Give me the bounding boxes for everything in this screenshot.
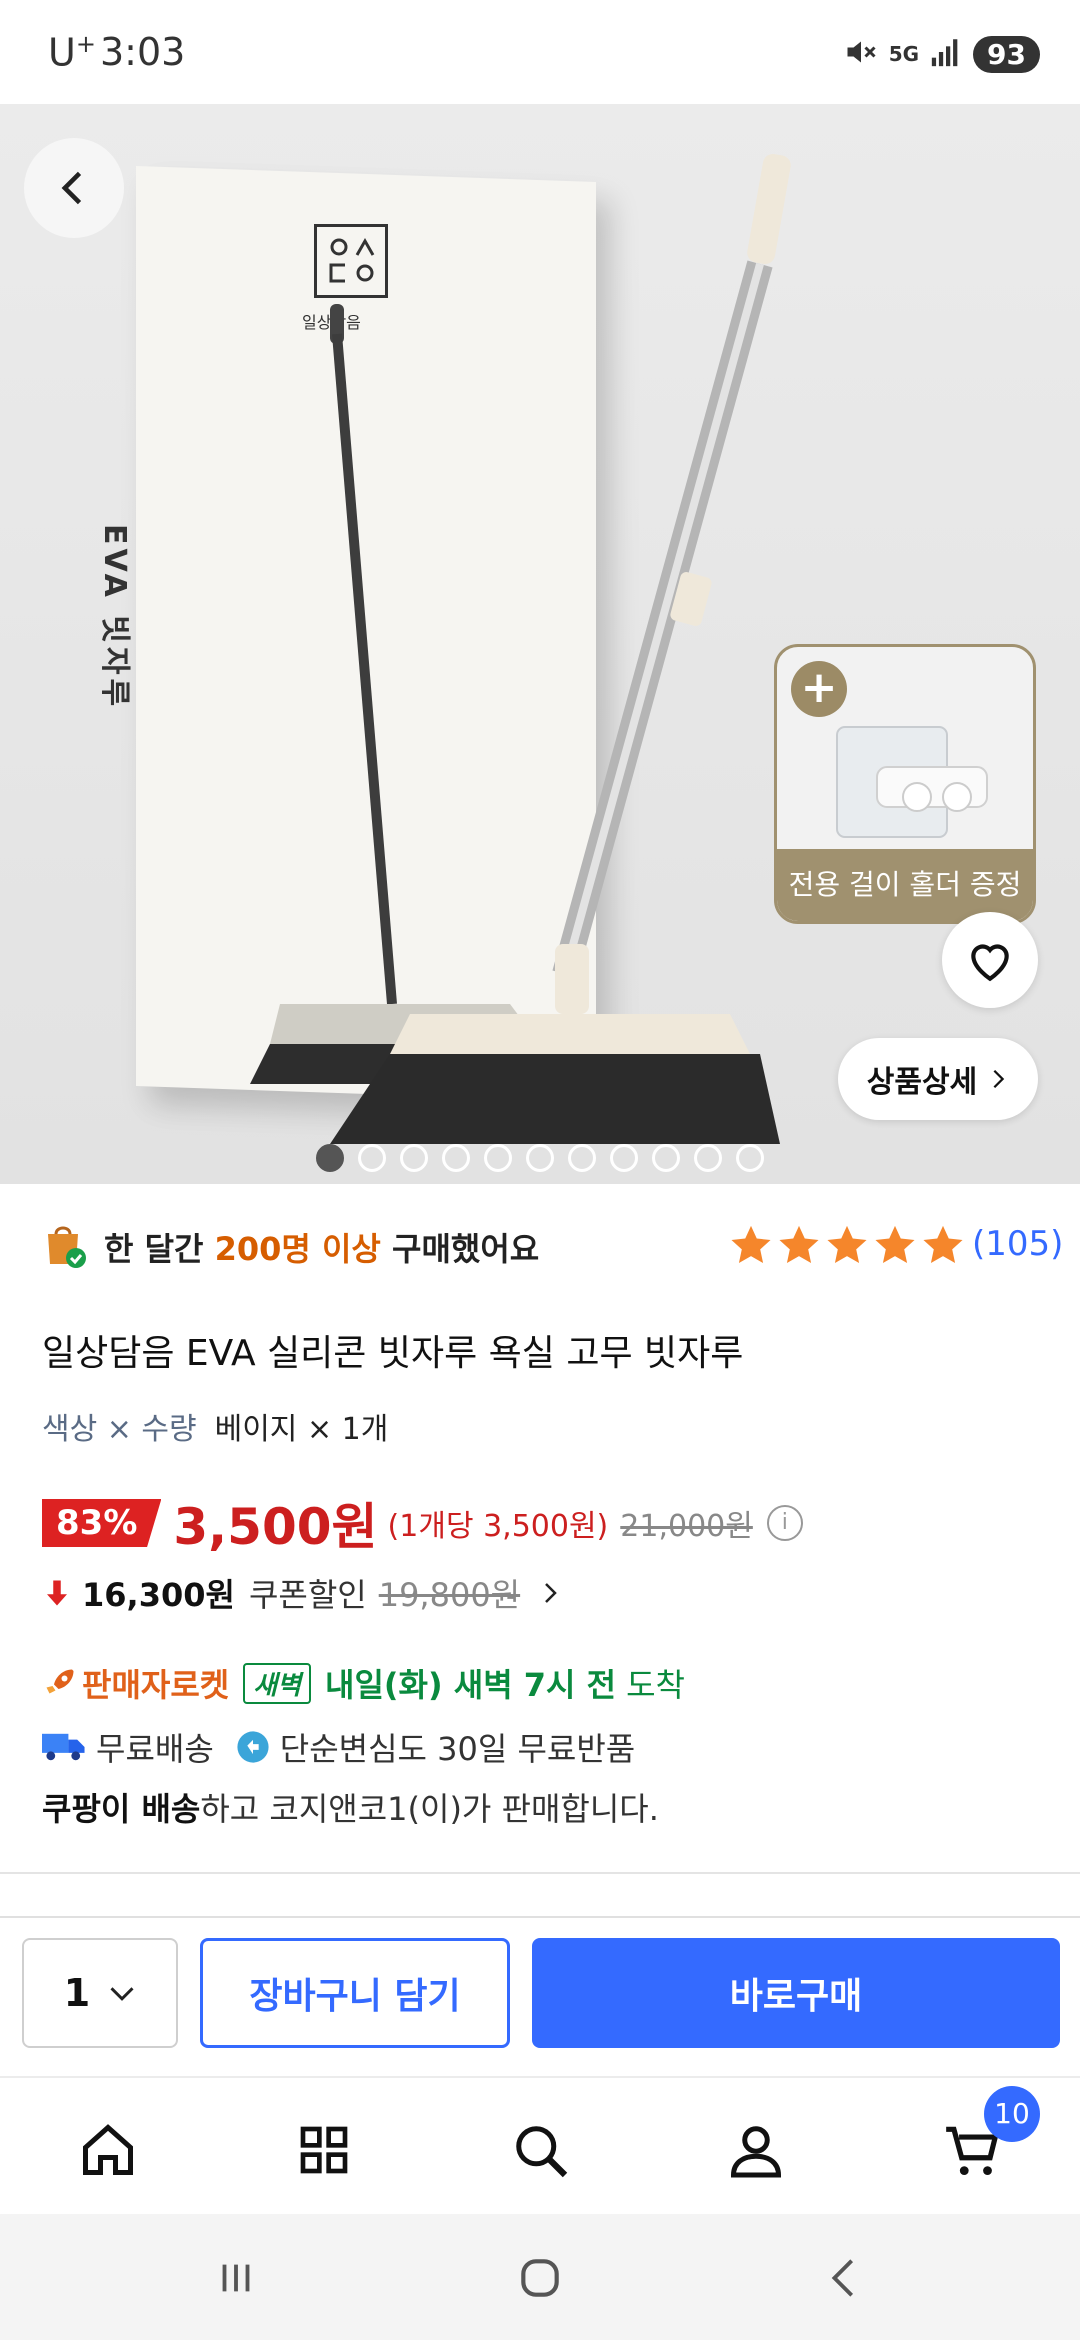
status-bar: U+ 3:03 5G 93 (0, 0, 1080, 104)
status-icons: 5G 93 (843, 34, 1040, 74)
chevron-left-icon (61, 171, 82, 205)
carousel-dot[interactable] (484, 1144, 512, 1172)
nav-search[interactable] (500, 2110, 580, 2190)
carousel-dot[interactable] (400, 1144, 428, 1172)
sale-price: 3,500원 (173, 1498, 378, 1556)
dawn-badge: 새벽 (243, 1662, 312, 1704)
carousel-dot[interactable] (358, 1144, 386, 1172)
unit-price: (1개당 3,500원) (387, 1509, 609, 1544)
product-image-carousel[interactable]: 일상담음 EVA 빗자루 + 전용 걸이 홀더 증정 상품상세 (0, 104, 1080, 1184)
nav-categories[interactable] (284, 2110, 364, 2190)
arrive-label: 도착 (626, 1666, 685, 1704)
coupon-label: 쿠폰할인 (248, 1576, 367, 1614)
signal-icon (929, 35, 963, 73)
plus-icon: + (791, 661, 847, 717)
holder-image (836, 726, 988, 838)
chevron-right-icon (993, 1069, 1005, 1089)
free-shipping-label: 무료배송 (96, 1730, 214, 1768)
delivery-time: 내일(화) 새벽 7시 전 (325, 1666, 617, 1704)
nav-my-page[interactable] (716, 2110, 796, 2190)
rating-stars[interactable] (728, 1222, 966, 1268)
add-to-cart-button[interactable]: 장바구니 담기 (200, 1938, 510, 2048)
nav-cart[interactable]: 10 (932, 2086, 1040, 2190)
gift-holder-card[interactable]: + 전용 걸이 홀더 증정 (774, 644, 1036, 924)
battery-indicator: 93 (973, 35, 1040, 73)
star-icon (827, 1225, 867, 1264)
nav-home[interactable] (68, 2110, 148, 2190)
system-navigation-bar (0, 2214, 1080, 2340)
quantity-value: 1 (63, 1971, 91, 2015)
network-label: 5G (888, 42, 920, 66)
section-divider (0, 1872, 1080, 1874)
star-icon (923, 1225, 963, 1264)
carousel-dot[interactable] (694, 1144, 722, 1172)
carousel-dot[interactable] (652, 1144, 680, 1172)
carousel-dot[interactable] (526, 1144, 554, 1172)
holder-label: 전용 걸이 홀더 증정 (777, 849, 1033, 921)
cart-count-badge: 10 (984, 2086, 1040, 2142)
coupon-row[interactable]: 16,300원 쿠폰할인 19,800원 (42, 1570, 562, 1616)
product-detail-button[interactable]: 상품상세 (838, 1038, 1038, 1120)
carousel-indicator (316, 1144, 764, 1172)
coupon-price: 16,300원 (82, 1576, 235, 1614)
back-button[interactable] (24, 138, 124, 238)
seller-info: 쿠팡이 배송하고 코지앤코1(이)가 판매합니다. (42, 1790, 659, 1828)
search-icon (516, 2126, 568, 2178)
bottom-navigation: 10 (0, 2076, 1080, 2214)
star-icon (731, 1225, 771, 1264)
review-count[interactable]: (105) (972, 1224, 1063, 1264)
shopping-bag-icon (48, 1226, 86, 1268)
coupon-original-price: 19,800원 (378, 1576, 521, 1614)
truck-icon (42, 1733, 85, 1761)
carousel-dot[interactable] (316, 1144, 344, 1172)
detail-button-label: 상품상세 (866, 1065, 978, 1100)
purchase-stat-row: 한 달간 200명 이상 구매했어요 (105) (42, 1214, 1063, 1274)
seller-rocket-label: 판매자로켓 (82, 1666, 230, 1704)
option-summary[interactable]: 색상 × 수량 베이지 × 1개 (42, 1404, 388, 1448)
price-row: 83% 3,500원 (1개당 3,500원) 21,000원 i (42, 1490, 803, 1556)
clock: 3:03 (100, 30, 186, 74)
carrier-label: U+ (48, 30, 96, 75)
mute-icon (843, 34, 879, 74)
carousel-dot[interactable] (610, 1144, 638, 1172)
home-system-button[interactable] (500, 2248, 580, 2308)
heart-icon (971, 944, 1009, 982)
back-system-button[interactable] (804, 2248, 884, 2308)
return-icon (237, 1731, 269, 1763)
purchase-action-bar: 1 장바구니 담기 바로구매 (0, 1916, 1080, 2076)
delivery-row: 판매자로켓 새벽 내일(화) 새벽 7시 전 도착 (42, 1660, 685, 1706)
home-icon (83, 2124, 133, 2175)
chevron-down-icon (110, 1987, 134, 2001)
buy-now-button[interactable]: 바로구매 (532, 1938, 1060, 2048)
carousel-dot[interactable] (736, 1144, 764, 1172)
product-title: 일상담음 EVA 실리콘 빗자루 욕실 고무 빗자루 (42, 1333, 744, 1374)
carousel-dot[interactable] (442, 1144, 470, 1172)
chevron-right-icon (545, 1583, 557, 1603)
recent-apps-button[interactable] (196, 2248, 276, 2308)
wishlist-button[interactable] (942, 912, 1038, 1008)
quantity-select[interactable]: 1 (22, 1938, 178, 2048)
original-price: 21,000원 (620, 1509, 753, 1544)
star-icon (779, 1225, 819, 1264)
purchase-stat-text: 한 달간 200명 이상 구매했어요 (104, 1230, 540, 1268)
grid-icon (300, 2126, 348, 2174)
user-icon (730, 2126, 782, 2178)
arrow-down-icon (47, 1580, 67, 1606)
box-side-text: EVA 빗자루 (97, 524, 132, 711)
shipping-row: 무료배송 단순변심도 30일 무료반품 (42, 1724, 635, 1770)
main-broom-illustration (330, 154, 791, 1144)
rocket-icon (46, 1669, 74, 1694)
star-icon (875, 1225, 915, 1264)
back-arrow-icon (831, 2259, 854, 2297)
free-return-label: 단순변심도 30일 무료반품 (279, 1730, 636, 1768)
discount-badge: 83% (42, 1499, 162, 1547)
home-circle-icon (521, 2259, 559, 2297)
info-icon[interactable]: i (766, 1505, 803, 1541)
recents-icon (222, 2264, 250, 2292)
carousel-dot[interactable] (568, 1144, 596, 1172)
